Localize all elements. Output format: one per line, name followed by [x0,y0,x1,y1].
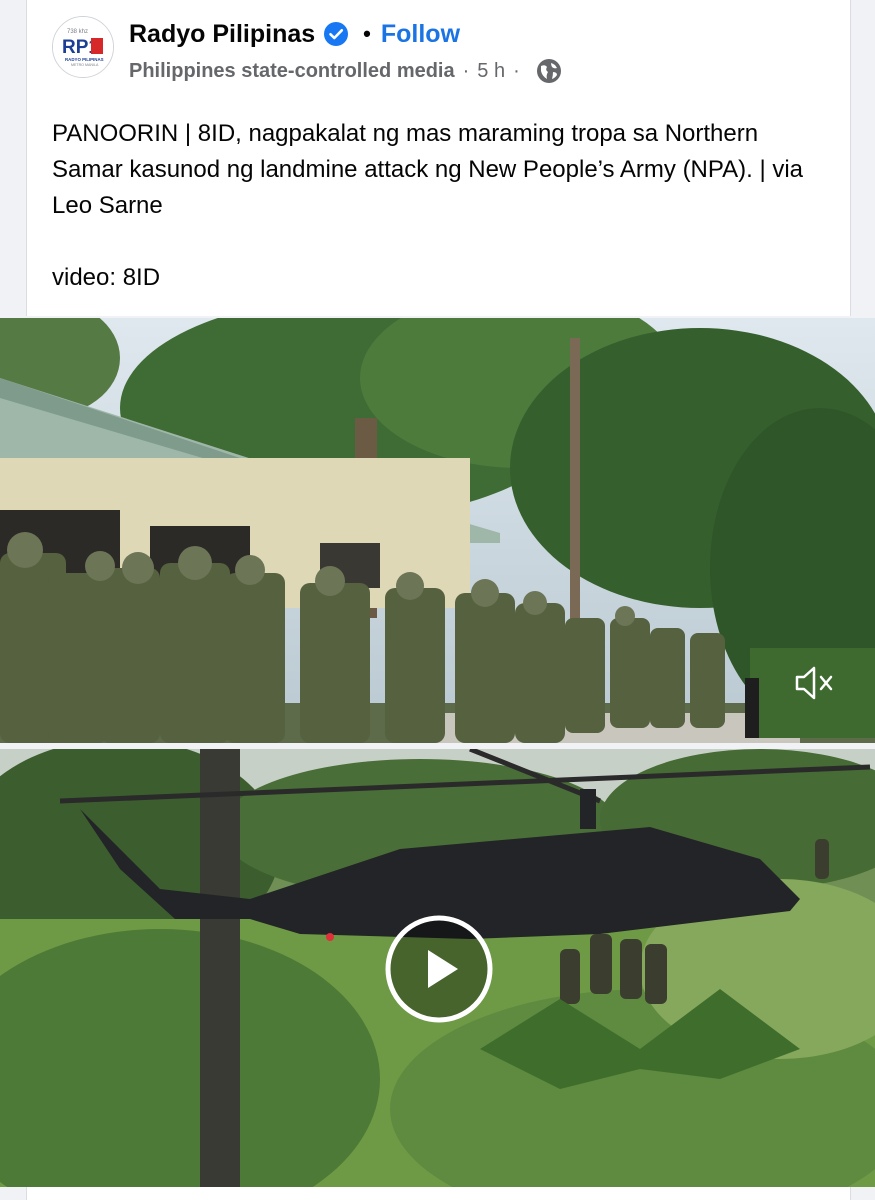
radyo-pilipinas-logo: 738 khz RP1 RADYO PILIPINAS METRO MANILA [53,17,113,77]
page-avatar[interactable]: 738 khz RP1 RADYO PILIPINAS METRO MANILA [52,16,114,78]
globe-icon [536,59,561,83]
post-caption: PANOORIN | 8ID, nagpakalat ng mas marami… [52,120,804,219]
play-icon[interactable] [384,914,494,1024]
header-separator: • [363,21,371,46]
post-credit: video: 8ID [52,264,161,291]
card-bottom-edge [26,1187,851,1200]
post-meta: Philippines state-controlled media · 5 h… [129,56,562,86]
page-name-link[interactable]: Radyo Pilipinas [129,20,315,49]
speaker-muted-icon[interactable] [791,660,837,706]
follow-button[interactable]: Follow [381,20,460,49]
verified-badge-icon [324,22,349,46]
svg-text:METRO MANILA: METRO MANILA [71,63,99,67]
svg-text:RADYO PILIPINAS: RADYO PILIPINAS [65,57,104,62]
meta-separator-2: · [513,59,520,82]
video-player-top[interactable] [0,318,875,743]
post-timestamp[interactable]: 5 h [477,60,505,83]
video-frame-soldiers [0,318,875,743]
meta-separator: · [462,59,470,82]
post-header: Radyo Pilipinas • Follow [129,16,460,52]
svg-text:738 khz: 738 khz [67,29,88,35]
post-text: PANOORIN | 8ID, nagpakalat ng mas marami… [52,116,832,296]
state-media-label[interactable]: Philippines state-controlled media [129,60,455,83]
